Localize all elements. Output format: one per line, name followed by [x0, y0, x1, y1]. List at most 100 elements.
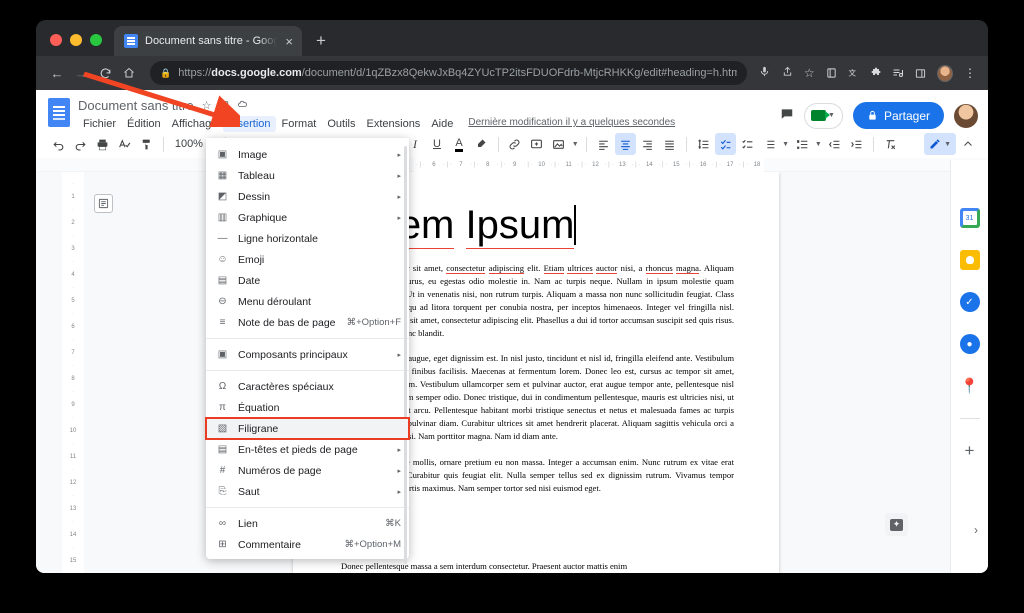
horizontal-ruler[interactable]: · | ·6· | ·7· | ·8· | ·9· | ·10· | ·11· …: [414, 158, 764, 172]
text-color-icon[interactable]: A: [449, 133, 470, 155]
close-window-button[interactable]: [50, 34, 62, 46]
user-avatar[interactable]: [954, 104, 978, 128]
translate-icon[interactable]: 文: [843, 62, 863, 84]
google-calendar-icon[interactable]: [960, 208, 980, 228]
document-outline-button[interactable]: [94, 194, 113, 213]
move-to-folder-icon[interactable]: [219, 99, 229, 112]
underline-icon[interactable]: U: [427, 133, 448, 155]
menu-item-date[interactable]: ▤Date: [206, 270, 409, 291]
align-justify-icon[interactable]: [659, 133, 680, 155]
google-docs-logo-icon[interactable]: [48, 98, 70, 127]
increase-indent-icon[interactable]: [846, 133, 867, 155]
submenu-arrow-icon: ▸: [397, 488, 401, 496]
numbered-list-icon[interactable]: [792, 133, 813, 155]
menu-item-image[interactable]: ▣Image▸: [206, 144, 409, 165]
menu-affichage[interactable]: Affichage: [167, 116, 223, 132]
menu-item-tableau[interactable]: ▦Tableau▸: [206, 165, 409, 186]
maximize-window-button[interactable]: [90, 34, 102, 46]
add-comment-icon[interactable]: [526, 133, 547, 155]
decrease-indent-icon[interactable]: [824, 133, 845, 155]
google-keep-icon[interactable]: [960, 250, 980, 270]
close-tab-icon[interactable]: ×: [284, 35, 294, 48]
browser-profile-avatar[interactable]: [937, 65, 953, 82]
url-input[interactable]: 🔒 https://docs.google.com/document/d/1qZ…: [150, 61, 747, 85]
align-center-icon[interactable]: [615, 133, 636, 155]
menu-extensions[interactable]: Extensions: [362, 116, 426, 132]
google-maps-icon[interactable]: 📍: [960, 376, 980, 396]
bookmark-star-icon[interactable]: ☆: [799, 66, 819, 80]
chevron-down-icon[interactable]: ▼: [781, 133, 791, 155]
reload-icon[interactable]: [94, 61, 116, 85]
highlight-color-icon[interactable]: [471, 133, 492, 155]
side-panel-icon[interactable]: [910, 62, 930, 84]
spellcheck-icon[interactable]: [114, 133, 135, 155]
menu-item-lien[interactable]: ∞Lien⌘K: [206, 513, 409, 534]
ruler-number: 11: [70, 451, 76, 464]
align-right-icon[interactable]: [637, 133, 658, 155]
google-tasks-icon[interactable]: ✓: [960, 292, 980, 312]
reader-mode-icon[interactable]: [821, 62, 841, 84]
back-button[interactable]: ←: [46, 61, 68, 85]
share-button[interactable]: Partager: [853, 102, 944, 129]
document-title[interactable]: Document sans titre: [78, 98, 194, 113]
new-tab-button[interactable]: +: [316, 32, 326, 49]
menu-outils[interactable]: Outils: [322, 116, 360, 132]
align-left-icon[interactable]: [593, 133, 614, 155]
explore-button[interactable]: ✦: [885, 513, 908, 536]
ruler-number: 1: [71, 191, 74, 204]
add-app-button[interactable]: +: [965, 441, 975, 461]
checklist-icon[interactable]: [737, 133, 758, 155]
menu-item-en-têtes-et-pieds-de-page[interactable]: ▤En-têtes et pieds de page▸: [206, 439, 409, 460]
menu-item-emoji[interactable]: ☺Emoji: [206, 249, 409, 270]
bulleted-list-icon[interactable]: [759, 133, 780, 155]
puzzle-extension-icon[interactable]: [866, 62, 886, 84]
share-icon[interactable]: [777, 65, 797, 81]
line-spacing-icon[interactable]: [693, 133, 714, 155]
browser-menu-icon[interactable]: ⋮: [960, 62, 980, 84]
redo-icon[interactable]: [70, 133, 91, 155]
menu-item-dessin[interactable]: ◩Dessin▸: [206, 186, 409, 207]
comment-history-icon[interactable]: [780, 107, 794, 124]
menu-item-graphique[interactable]: ▥Graphique▸: [206, 207, 409, 228]
chevron-down-icon[interactable]: ▼: [570, 133, 580, 155]
menu-item-caractères-spéciaux[interactable]: ΩCaractères spéciaux: [206, 376, 409, 397]
menu-item-équation[interactable]: πÉquation: [206, 397, 409, 418]
mic-icon[interactable]: [755, 65, 775, 81]
expand-side-panel-button[interactable]: ›: [974, 523, 978, 537]
menu-insertion[interactable]: Insertion: [223, 116, 275, 132]
menu-edition[interactable]: Édition: [122, 116, 166, 132]
menu-item-filigrane[interactable]: ▧Filigrane: [206, 418, 409, 439]
clear-formatting-icon[interactable]: [880, 133, 901, 155]
menu-item-saut[interactable]: ⎘Saut▸: [206, 481, 409, 502]
last-edit-status[interactable]: Dernière modification il y a quelques se…: [468, 117, 675, 130]
chevron-down-icon: ▼: [944, 141, 951, 148]
checklist-format-icon[interactable]: [715, 133, 736, 155]
print-icon[interactable]: [92, 133, 113, 155]
undo-icon[interactable]: [48, 133, 69, 155]
menu-item-menu-déroulant[interactable]: ⊖Menu déroulant: [206, 291, 409, 312]
google-contacts-icon[interactable]: ●: [960, 334, 980, 354]
menu-item-ligne-horizontale[interactable]: —Ligne horizontale: [206, 228, 409, 249]
menu-aide[interactable]: Aide: [426, 116, 458, 132]
menu-format[interactable]: Format: [277, 116, 322, 132]
insert-link-icon[interactable]: [504, 133, 525, 155]
minimize-window-button[interactable]: [70, 34, 82, 46]
menu-item-commentaire[interactable]: ⊞Commentaire⌘+Option+M: [206, 534, 409, 555]
paint-format-icon[interactable]: [136, 133, 157, 155]
playlist-icon[interactable]: [888, 62, 908, 84]
vertical-ruler[interactable]: ·1·2·3·4·5·6·7·8·9·10·11·12·13·14·15: [62, 172, 84, 573]
collapse-toolbar-icon[interactable]: [957, 133, 978, 155]
menu-item-numéros-de-page[interactable]: #Numéros de page▸: [206, 460, 409, 481]
browser-tab[interactable]: Document sans titre - Google D ×: [114, 26, 302, 56]
chevron-down-icon[interactable]: ▼: [814, 133, 824, 155]
star-icon[interactable]: ☆: [202, 99, 212, 112]
meet-button[interactable]: ▼: [804, 103, 843, 129]
menu-scrollbar[interactable]: [404, 146, 407, 564]
menu-fichier[interactable]: Fichier: [78, 116, 121, 132]
home-icon[interactable]: [118, 61, 140, 85]
menu-item-composants-principaux[interactable]: ▣Composants principaux▸: [206, 344, 409, 365]
editing-mode-button[interactable]: ▼: [924, 133, 956, 155]
forward-button[interactable]: →: [70, 61, 92, 85]
menu-item-note-de-bas-de-page[interactable]: ≡Note de bas de page⌘+Option+F: [206, 312, 409, 333]
insert-image-icon[interactable]: [548, 133, 569, 155]
